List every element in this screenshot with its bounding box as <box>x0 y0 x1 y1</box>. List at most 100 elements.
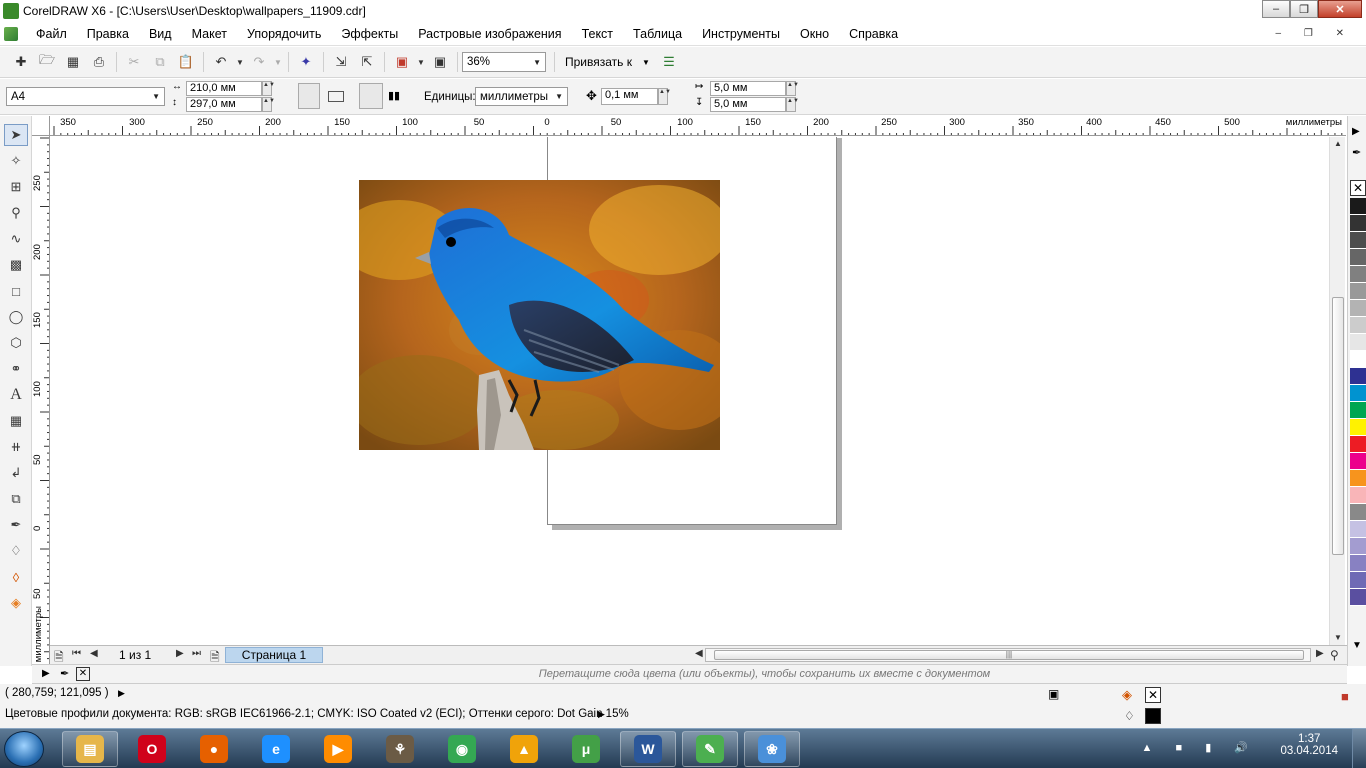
color-swatch[interactable] <box>1350 351 1366 368</box>
duplicate-distance-y-input[interactable]: 5,0 мм <box>710 97 786 112</box>
units-select[interactable]: миллиметры ▼ <box>475 87 568 106</box>
paint-taskbar-button[interactable]: ❀ <box>744 731 800 767</box>
page-height-input[interactable]: 297,0 мм <box>186 97 262 112</box>
eyedropper-tool-icon[interactable]: ✒ <box>4 514 28 536</box>
utorrent-taskbar-button[interactable]: μ <box>558 731 614 767</box>
explorer-taskbar-button[interactable]: ▤ <box>62 731 118 767</box>
menu-tools[interactable]: Инструменты <box>692 27 790 41</box>
menu-layout[interactable]: Макет <box>182 27 237 41</box>
horizontal-ruler[interactable]: 350 300 250 200 150 100 50 0 50 100 150 … <box>50 116 1346 136</box>
color-swatch[interactable] <box>1350 266 1366 283</box>
cut-icon[interactable]: ✂ <box>121 51 147 73</box>
no-color-swatch[interactable]: ✕ <box>1350 180 1366 196</box>
show-desktop-button[interactable] <box>1352 729 1366 768</box>
profiles-menu-icon[interactable]: ▶ <box>598 709 605 720</box>
tray-icons[interactable]: ▲ ■ ▮ 🔊 <box>1142 741 1258 754</box>
blend-tool-icon[interactable]: ⧉ <box>4 488 28 510</box>
pick-tool-icon[interactable]: ➤ <box>4 124 28 146</box>
clock[interactable]: 1:37 03.04.2014 <box>1280 733 1338 757</box>
rectangle-tool-icon[interactable]: □ <box>4 280 28 302</box>
color-swatch[interactable] <box>1350 521 1366 538</box>
export-icon[interactable]: ⇱ <box>354 51 380 73</box>
snap-to-dropdown[interactable]: Привязать к ▼ <box>559 55 656 69</box>
page-width-input[interactable]: 210,0 мм <box>186 81 262 96</box>
coordinates-menu-icon[interactable]: ▶ <box>118 688 125 699</box>
page-width-spinner[interactable]: ▲▼ <box>262 81 275 96</box>
color-swatch[interactable] <box>1350 385 1366 402</box>
copy-icon[interactable]: ⧉ <box>147 51 173 73</box>
color-swatch[interactable] <box>1350 572 1366 589</box>
redo-icon[interactable]: ↷ <box>246 51 272 73</box>
vertical-ruler[interactable]: 250 200 150 100 50 0 50 миллиметры <box>32 136 50 666</box>
chrome-taskbar-button[interactable]: ◉ <box>434 731 490 767</box>
page-height-spinner[interactable]: ▲▼ <box>262 97 275 112</box>
menu-arrange[interactable]: Упорядочить <box>237 27 331 41</box>
color-swatch[interactable] <box>1350 402 1366 419</box>
color-swatch[interactable] <box>1350 317 1366 334</box>
import-icon[interactable]: ⇲ <box>328 51 354 73</box>
scroll-left-icon[interactable]: ◀ <box>695 648 703 659</box>
color-swatch[interactable] <box>1350 470 1366 487</box>
menu-window[interactable]: Окно <box>790 27 839 41</box>
color-swatch[interactable] <box>1350 300 1366 317</box>
dimension-tool-icon[interactable]: ⧺ <box>4 436 28 458</box>
color-swatch[interactable] <box>1350 334 1366 351</box>
menu-text[interactable]: Текст <box>572 27 623 41</box>
basic-shapes-tool-icon[interactable]: ⚭ <box>4 358 28 380</box>
interactive-fill-tool-icon[interactable]: ◈ <box>4 592 28 614</box>
color-swatch[interactable] <box>1350 249 1366 266</box>
welcome-screen-icon[interactable]: ▣ <box>427 51 453 73</box>
zoom-navigator-icon[interactable]: ⚲ <box>1330 648 1339 662</box>
paper-size-select[interactable]: A4 ▼ <box>6 87 165 106</box>
firefox-taskbar-button[interactable]: ● <box>186 731 242 767</box>
color-swatch[interactable] <box>1350 589 1366 606</box>
smart-fill-tool-icon[interactable]: ▩ <box>4 254 28 276</box>
undo-dropdown-icon[interactable]: ▼ <box>234 51 246 73</box>
outline-pen-tool-icon[interactable]: ♢ <box>4 540 28 562</box>
color-swatch[interactable] <box>1350 436 1366 453</box>
ellipse-tool-icon[interactable]: ◯ <box>4 306 28 328</box>
polygon-tool-icon[interactable]: ⬡ <box>4 332 28 354</box>
last-page-icon[interactable]: ⏭ <box>192 648 201 659</box>
current-page-icon[interactable]: ▮▮ <box>388 89 400 102</box>
table-tool-icon[interactable]: ▦ <box>4 410 28 432</box>
ie-taskbar-button[interactable]: e <box>248 731 304 767</box>
gimp-taskbar-button[interactable]: ⚘ <box>372 731 428 767</box>
drawing-canvas[interactable] <box>50 137 1329 645</box>
scroll-down-icon[interactable]: ▼ <box>1330 631 1346 645</box>
horizontal-scroll-thumb[interactable]: ||| <box>714 650 1304 660</box>
ruler-origin[interactable] <box>32 116 50 136</box>
vertical-scroll-thumb[interactable] <box>1332 297 1344 555</box>
color-swatch[interactable] <box>1350 487 1366 504</box>
color-swatch[interactable] <box>1350 283 1366 300</box>
fill-tool-icon[interactable]: ◊ <box>4 566 28 588</box>
color-swatch[interactable] <box>1350 555 1366 572</box>
menu-edit[interactable]: Правка <box>77 27 139 41</box>
color-swatch[interactable] <box>1350 368 1366 385</box>
color-swatch[interactable] <box>1350 215 1366 232</box>
menu-help[interactable]: Справка <box>839 27 908 41</box>
duplicate-distance-x-input[interactable]: 5,0 мм <box>710 81 786 96</box>
menu-file[interactable]: Файл <box>26 27 77 41</box>
menu-table[interactable]: Таблица <box>623 27 692 41</box>
connector-tool-icon[interactable]: ↲ <box>4 462 28 484</box>
start-button[interactable] <box>4 731 44 767</box>
portrait-button[interactable] <box>298 83 320 109</box>
color-profiles-info[interactable]: Цветовые профили документа: RGB: sRGB IE… <box>5 708 629 720</box>
fill-none-swatch[interactable]: ✕ <box>1145 687 1161 703</box>
palette-eyedropper-icon[interactable]: ✒ <box>1352 146 1361 159</box>
landscape-button[interactable] <box>328 91 344 102</box>
menu-bitmaps[interactable]: Растровые изображения <box>408 27 571 41</box>
duplicate-y-spinner[interactable]: ▲▼ <box>786 97 799 112</box>
outline-indicator-icon[interactable]: ♢ <box>1124 709 1135 723</box>
publish-pdf-icon[interactable]: ▣ <box>389 51 415 73</box>
first-page-icon[interactable]: ⏮ <box>72 648 81 659</box>
vertical-scrollbar[interactable]: ▲ ▼ <box>1329 137 1345 645</box>
save-icon[interactable]: ▦ <box>60 51 86 73</box>
user-account-icon[interactable]: ■ <box>1341 689 1349 704</box>
color-swatch[interactable] <box>1350 232 1366 249</box>
nudge-distance-input[interactable]: 0,1 мм <box>601 88 658 105</box>
color-swatch[interactable] <box>1350 419 1366 436</box>
scroll-right-icon[interactable]: ▶ <box>1316 648 1324 659</box>
paste-icon[interactable]: 📋 <box>173 51 199 73</box>
